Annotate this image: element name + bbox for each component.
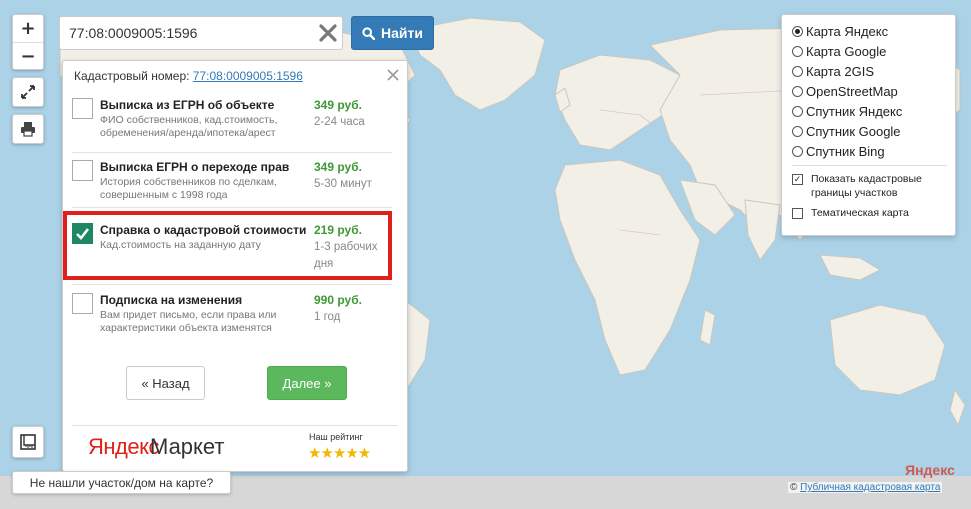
layer-label: Спутник Bing [806,143,885,159]
print-button[interactable] [12,114,44,144]
layer-label: Спутник Google [806,123,901,139]
option-time: 2-24 часа [314,116,365,128]
zoom-out-button[interactable]: − [13,43,43,70]
close-icon [387,69,399,81]
ruler-button[interactable] [12,426,44,458]
panel-close-button[interactable] [385,67,401,83]
yandex-market-rating[interactable]: Яндекс Маркет Наш рейтинг ★★★★★ [72,425,398,466]
copyright-link[interactable]: Публичная кадастровая карта [800,482,940,493]
layer-yandex-map[interactable]: Карта Яндекс [792,22,888,40]
layer-bing-satellite[interactable]: Спутник Bing [792,142,885,160]
zoom-in-button[interactable]: + [13,15,43,43]
option-time: 1 год [314,311,341,323]
yandex-market-logo: Яндекс [88,434,159,459]
option-checkbox[interactable] [72,98,93,119]
layer-label: Карта Яндекс [806,23,889,39]
thematic-map-toggle[interactable]: Тематическая карта [792,206,942,220]
radio-selected[interactable] [792,25,803,37]
layer-google-map[interactable]: Карта Google [792,42,886,60]
option-title: Выписка из ЕГРН об объекте [100,98,275,112]
rating-stars-icon: ★★★★★ [308,444,371,462]
cadastral-number-header: Кадастровый номер: 77:08:0009005:1596 [74,69,303,83]
layer-2gis-map[interactable]: Карта 2GIS [792,62,874,80]
expand-icon [21,85,35,99]
find-button-label: Найти [381,25,423,41]
search-input[interactable] [60,24,314,42]
map-layers-panel: Карта Яндекс Карта Google Карта 2GIS Ope… [781,14,956,236]
layer-google-satellite[interactable]: Спутник Google [792,122,901,140]
radio[interactable] [792,65,803,77]
search-icon [362,26,376,40]
close-icon [319,24,337,42]
option-title: Подписка на изменения [100,293,243,307]
highlight-frame [63,211,392,280]
divider [792,165,947,166]
cadastral-number-link[interactable]: 77:08:0009005:1596 [193,69,303,83]
market-logo-text: Маркет [150,434,225,459]
layer-label: Карта Google [806,43,887,59]
radio[interactable] [792,85,803,97]
cadastral-number-label: Кадастровый номер: [74,69,190,83]
ruler-icon [20,434,36,450]
show-boundaries-toggle[interactable]: ✓ Показать кадастровые границы участков [792,172,942,200]
layer-label: Спутник Яндекс [806,103,903,119]
layer-label: Карта 2GIS [806,63,875,79]
layer-yandex-satellite[interactable]: Спутник Яндекс [792,102,902,120]
next-button[interactable]: Далее » [267,366,347,400]
divider [72,152,392,153]
checkbox-checked[interactable]: ✓ [792,174,803,185]
not-found-link-button[interactable]: Не нашли участок/дом на карте? [12,471,231,494]
copyright-symbol: © [790,482,798,493]
printer-icon [21,122,35,137]
option-time: 5-30 минут [314,178,372,190]
option-price: 349 руб. [314,98,362,112]
option-description: История собственников по сделкам, соверш… [100,176,277,201]
radio[interactable] [792,145,803,157]
zoom-control: + − [12,14,44,70]
option-title: Выписка ЕГРН о переходе прав [100,160,290,174]
radio[interactable] [792,125,803,137]
clear-search-button[interactable] [314,19,342,47]
checkbox[interactable] [792,208,803,219]
option-checkbox[interactable] [72,293,93,314]
copyright: © Публичная кадастровая карта [788,482,943,493]
thematic-map-label: Тематическая карта [811,207,909,219]
back-button[interactable]: « Назад [126,366,205,400]
divider [72,207,392,208]
option-description: Вам придет письмо, если права или характ… [100,309,277,334]
yandex-watermark: Яндекс [905,462,955,478]
option-checkbox[interactable] [72,160,93,181]
layer-label: OpenStreetMap [806,83,898,99]
layer-openstreetmap[interactable]: OpenStreetMap [792,82,898,100]
fullscreen-button[interactable] [12,77,44,107]
option-price: 349 руб. [314,160,362,174]
divider [72,284,392,285]
option-description: ФИО собственников, кад.стоимость, обреме… [100,114,278,139]
option-price: 990 руб. [314,293,362,307]
show-boundaries-label: Показать кадастровые границы участков [811,173,922,199]
rating-label: Наш рейтинг [309,432,363,442]
find-button[interactable]: Найти [351,16,434,50]
cadastral-search-box [59,16,343,50]
radio[interactable] [792,45,803,57]
radio[interactable] [792,105,803,117]
